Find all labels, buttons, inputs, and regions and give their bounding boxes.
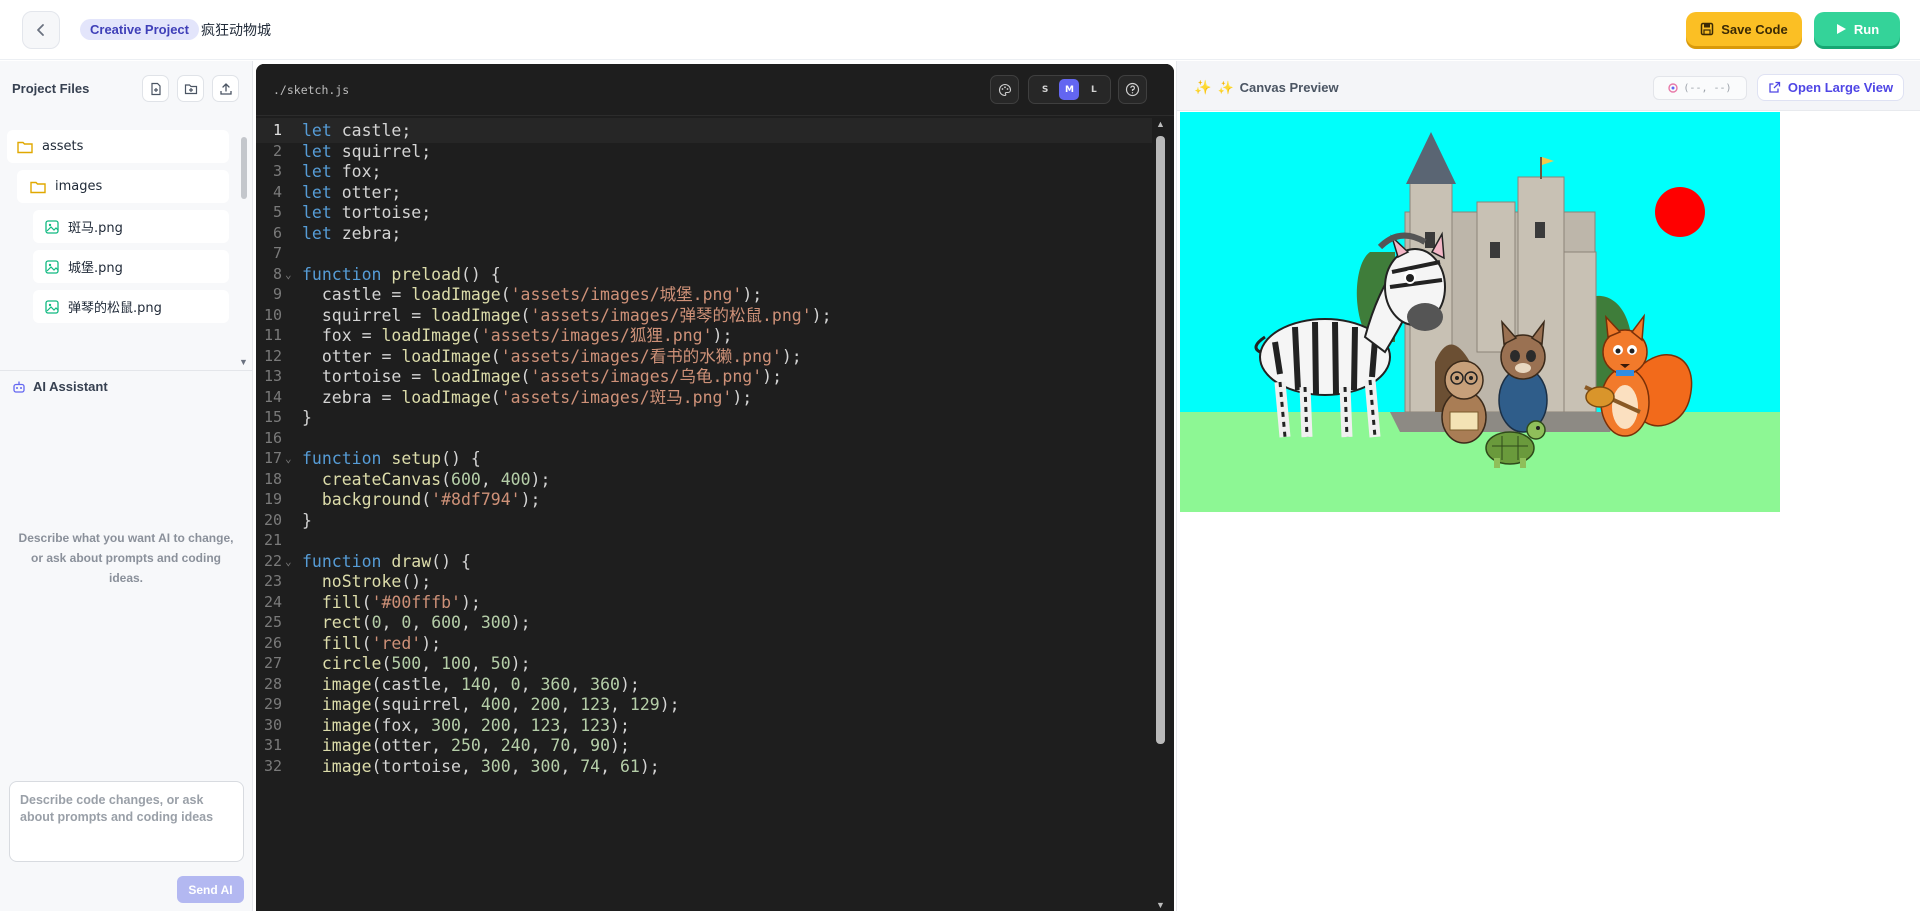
top-bar: Creative Project 疯狂动物城 Save Code Run (0, 0, 1920, 60)
tree-file-castle[interactable]: 城堡.png (33, 250, 229, 283)
editor-header: ./sketch.js S M L (256, 64, 1174, 116)
file-path: ./sketch.js (273, 83, 350, 97)
scrollbar-thumb[interactable] (1156, 136, 1165, 744)
canvas-drawing (1180, 112, 1780, 512)
scroll-down-icon[interactable]: ▼ (239, 357, 248, 367)
tree-file-squirrel[interactable]: 弹琴的松鼠.png (33, 290, 229, 323)
new-folder-icon (184, 83, 197, 94)
ai-prompt-input[interactable]: Describe code changes, or ask about prom… (9, 781, 244, 862)
editor-scrollbar[interactable]: ▲ ▼ (1152, 118, 1172, 911)
file-tree-scrollbar[interactable]: ▼ (238, 125, 250, 369)
save-icon (1701, 22, 1714, 36)
code-text: image(tortoise, 300, 300, 74, 61); (321, 756, 660, 776)
tree-file-zebra[interactable]: 斑马.png (33, 210, 229, 243)
new-file-button[interactable] (142, 75, 169, 102)
tree-folder-images[interactable]: images (17, 170, 229, 203)
red-circle (1655, 187, 1705, 237)
ai-assistant-header: AI Assistant (12, 379, 108, 394)
upload-button[interactable] (212, 75, 239, 102)
robot-icon (13, 381, 25, 393)
image-file-icon (45, 299, 59, 314)
code-editor: ./sketch.js S M L 1 let castle; 2 let squir… (256, 64, 1174, 911)
chevron-left-icon (37, 24, 44, 36)
font-size-small[interactable]: S (1035, 79, 1055, 100)
project-type-badge: Creative Project (80, 19, 199, 40)
tree-item-label: 斑马.png (68, 221, 123, 236)
folder-icon (30, 181, 46, 193)
line-number: 32 (263, 756, 282, 775)
target-icon (1668, 83, 1679, 93)
tree-item-label: 弹琴的松鼠.png (68, 301, 162, 316)
sparkles-icon: ✨ (1217, 79, 1234, 95)
tree-item-label: images (55, 179, 103, 194)
save-code-button[interactable]: Save Code (1686, 12, 1802, 46)
preview-title: ✨ ✨ Canvas Preview (1194, 79, 1339, 96)
sparkles-icon: ✨ (1194, 79, 1212, 95)
mouse-coordinates: (--, --) (1653, 76, 1747, 100)
ai-assistant-title: AI Assistant (33, 379, 108, 394)
ai-hint-text: Describe what you want AI to change, or … (18, 531, 234, 585)
tree-item-label: 城堡.png (68, 261, 123, 276)
play-icon (1836, 24, 1846, 34)
image-file-icon (45, 219, 59, 234)
tree-item-label: assets (42, 139, 84, 154)
font-size-toggle: S M L (1028, 75, 1111, 104)
back-button[interactable] (22, 11, 60, 49)
code-line[interactable]: 32 image(tortoise, 300, 300, 74, 61); (256, 754, 1152, 779)
open-large-view-button[interactable]: Open Large View (1757, 74, 1904, 101)
send-ai-button[interactable]: Send AI (177, 876, 244, 903)
save-code-label: Save Code (1721, 21, 1788, 37)
tree-folder-assets[interactable]: assets (7, 130, 229, 163)
new-file-icon (150, 82, 161, 95)
fox-image (1498, 319, 1548, 433)
left-panel: Project Files assets images 斑马.png 城堡.pn… (0, 61, 253, 911)
canvas-preview-panel: ✨ ✨ Canvas Preview (--, --) Open Large V… (1176, 61, 1920, 911)
project-name: 疯狂动物城 (201, 23, 271, 39)
font-size-large[interactable]: L (1084, 79, 1104, 100)
project-files-title: Project Files (12, 81, 90, 96)
font-size-medium[interactable]: M (1059, 79, 1080, 100)
theme-button[interactable] (990, 75, 1019, 104)
folder-icon (17, 141, 33, 153)
preview-title-label: Canvas Preview (1239, 80, 1339, 95)
scrollbar-thumb[interactable] (241, 137, 247, 199)
coordinates-value: (--, --) (1683, 82, 1732, 94)
open-large-view-label: Open Large View (1787, 80, 1894, 95)
code-area[interactable]: 1 let castle; 2 let squirrel; 3 let fox; 4 let … (256, 118, 1152, 911)
otter-image (1441, 360, 1487, 444)
new-folder-button[interactable] (177, 75, 204, 102)
sketch-canvas[interactable] (1180, 112, 1780, 512)
help-button[interactable] (1118, 75, 1147, 104)
scroll-up-icon[interactable]: ▲ (1156, 120, 1165, 129)
run-label: Run (1853, 21, 1880, 37)
upload-icon (219, 82, 232, 95)
external-link-icon (1769, 81, 1781, 93)
file-tree: assets images 斑马.png 城堡.png 弹琴的松鼠.png (0, 125, 237, 369)
divider (0, 370, 253, 371)
scroll-down-icon[interactable]: ▼ (1156, 901, 1165, 910)
preview-header: ✨ ✨ Canvas Preview (--, --) Open Large V… (1177, 61, 1920, 111)
run-button[interactable]: Run (1814, 12, 1900, 46)
help-icon (1125, 82, 1140, 97)
palette-icon (998, 83, 1011, 96)
image-file-icon (45, 259, 59, 274)
